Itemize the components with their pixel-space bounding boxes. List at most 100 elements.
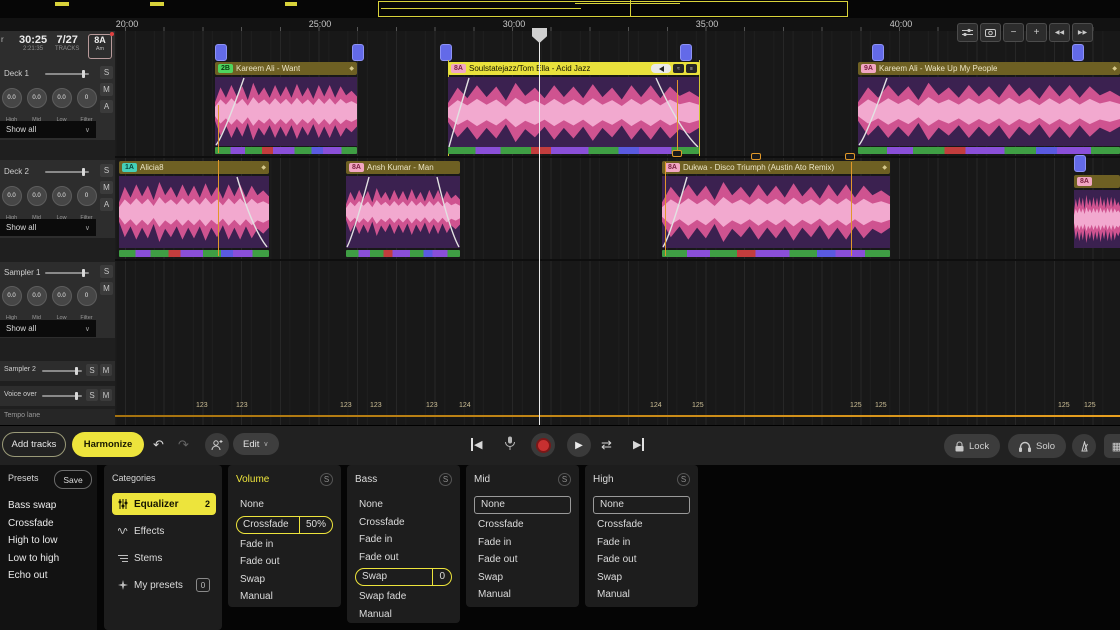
mixer-sliders-button[interactable] <box>957 23 978 42</box>
fade-handle[interactable] <box>672 150 682 157</box>
eq-mid-knob[interactable]: 0.0Mid <box>26 286 47 324</box>
clip-stems-strip[interactable] <box>215 147 357 154</box>
mute-button[interactable]: M <box>100 181 113 194</box>
transition-option[interactable]: Swap <box>236 571 333 589</box>
clip-stems-strip[interactable] <box>346 250 460 257</box>
category-effects[interactable]: Effects <box>112 520 216 542</box>
cue-marker[interactable] <box>1074 155 1086 172</box>
cue-marker[interactable] <box>1072 44 1084 61</box>
fade-boundary[interactable] <box>677 80 678 154</box>
clip-stems-strip[interactable] <box>662 250 890 257</box>
column-solo-icon[interactable]: S <box>439 473 452 486</box>
category-my-presets[interactable]: My presets 0 <box>112 574 216 596</box>
transition-option-selected[interactable]: None <box>593 496 690 514</box>
clip-waveform[interactable] <box>215 77 357 146</box>
transition-option[interactable]: Fade out <box>474 551 571 569</box>
show-all-dropdown[interactable]: Show all∨ <box>0 320 96 337</box>
fade-handle[interactable] <box>751 153 761 160</box>
auto-button[interactable]: A <box>100 100 113 113</box>
transition-option-active[interactable]: Crossfade50% <box>236 516 333 534</box>
mix-overview-minimap[interactable] <box>0 0 1120 19</box>
column-solo-icon[interactable]: S <box>677 473 690 486</box>
eq-low-knob[interactable]: 0.0Low <box>51 286 72 324</box>
clip-title-bar[interactable]: 9A Kareem Ali - Wake Up My People ◆ <box>858 62 1120 75</box>
transition-option[interactable]: Crossfade <box>474 516 571 534</box>
transition-option[interactable]: Swap <box>593 569 690 587</box>
clip-stems-strip[interactable] <box>448 147 699 154</box>
jump-forward-button[interactable]: ▶▶ <box>1072 23 1093 42</box>
fade-boundary[interactable] <box>218 105 219 153</box>
fade-boundary[interactable] <box>218 160 219 256</box>
solo-button[interactable]: S <box>86 389 98 401</box>
solo-button[interactable]: S <box>100 66 113 79</box>
save-preset-button[interactable]: Save <box>54 470 92 489</box>
clip-title-bar[interactable]: 8A <box>1074 175 1120 188</box>
preset-item[interactable]: Echo out <box>8 567 89 585</box>
transition-option[interactable]: Fade out <box>236 553 333 571</box>
clip-waveform[interactable] <box>346 176 460 248</box>
zoom-in-button[interactable]: + <box>1026 23 1047 42</box>
add-tracks-button[interactable]: Add tracks <box>2 432 66 457</box>
fade-boundary[interactable] <box>665 162 666 256</box>
transition-option[interactable]: Manual <box>593 586 690 604</box>
preset-item[interactable]: Low to high <box>8 550 89 568</box>
volume-slider[interactable] <box>45 171 89 173</box>
transition-option-active[interactable]: Swap0 <box>355 568 452 586</box>
record-button[interactable] <box>531 433 555 457</box>
auto-mix-button[interactable] <box>205 433 229 457</box>
category-stems[interactable]: Stems <box>112 547 216 569</box>
category-equalizer[interactable]: Equalizer 2 <box>112 493 216 515</box>
transition-option[interactable]: Fade out <box>593 551 690 569</box>
clip-title-bar[interactable]: 8A Ansh Kumar - Man <box>346 161 460 174</box>
volume-slider[interactable] <box>45 272 89 274</box>
mute-button[interactable]: M <box>100 389 112 401</box>
clip-stems-strip[interactable] <box>119 250 269 257</box>
cue-marker[interactable] <box>680 44 692 61</box>
tempo-automation-line[interactable] <box>115 415 1120 417</box>
cue-marker[interactable] <box>872 44 884 61</box>
fade-handle[interactable] <box>845 153 855 160</box>
transition-option[interactable]: Manual <box>236 588 333 606</box>
column-solo-icon[interactable]: S <box>320 473 333 486</box>
volume-slider[interactable] <box>42 370 82 372</box>
clip-waveform[interactable] <box>119 176 269 248</box>
loop-button[interactable]: ⇄ <box>601 437 612 453</box>
transition-option[interactable]: Manual <box>474 586 571 604</box>
jump-back-button[interactable]: ◀◀ <box>1049 23 1070 42</box>
solo-button[interactable]: S <box>86 364 98 376</box>
auto-button[interactable]: A <box>100 198 113 211</box>
undo-button[interactable]: ↶ <box>153 437 164 453</box>
eq-mini-icon[interactable]: ≈ <box>673 64 684 73</box>
play-button[interactable]: ▶ <box>567 433 591 457</box>
transition-option[interactable]: Swap <box>474 569 571 587</box>
zoom-out-button[interactable]: − <box>1003 23 1024 42</box>
edit-dropdown[interactable]: Edit ∨ <box>233 433 279 455</box>
metronome-button[interactable] <box>1072 434 1096 458</box>
fade-boundary[interactable] <box>851 162 852 256</box>
mute-button[interactable]: M <box>100 83 113 96</box>
skip-to-start-button[interactable]: ◀ <box>471 438 482 451</box>
transition-option[interactable]: Fade in <box>593 534 690 552</box>
preset-item[interactable]: High to low <box>8 532 89 550</box>
speaker-toggle[interactable] <box>651 64 671 73</box>
clip-title-bar-selected[interactable]: 8A Soulstatejazz/Tom Ella - Acid Jazz ≈ … <box>448 62 700 75</box>
volume-slider[interactable] <box>45 73 89 75</box>
transition-option[interactable]: Manual <box>355 606 452 624</box>
cue-marker[interactable] <box>352 44 364 61</box>
show-all-dropdown[interactable]: Show all∨ <box>0 219 96 236</box>
clip-waveform[interactable] <box>1074 190 1120 248</box>
clip-title-bar[interactable]: 2B Kareem Ali - Want ◆ <box>215 62 357 75</box>
clip-title-bar[interactable]: 8A Dukwa - Disco Triumph (Austin Ato Rem… <box>662 161 890 174</box>
transition-option[interactable]: Crossfade <box>355 514 452 532</box>
preset-item[interactable]: Crossfade <box>8 515 89 533</box>
clip-stems-strip[interactable] <box>858 147 1120 154</box>
clip-title-bar[interactable]: 1A Alicia8 ◆ <box>119 161 269 174</box>
harmonize-button[interactable]: Harmonize <box>72 432 144 457</box>
transition-option[interactable]: Fade in <box>355 531 452 549</box>
solo-button[interactable]: S <box>100 265 113 278</box>
redo-button[interactable]: ↷ <box>178 437 189 453</box>
solo-button[interactable]: Solo <box>1008 434 1066 458</box>
volume-slider[interactable] <box>42 395 82 397</box>
camera-snapshot-button[interactable] <box>980 23 1001 42</box>
clip-waveform[interactable] <box>448 77 699 148</box>
